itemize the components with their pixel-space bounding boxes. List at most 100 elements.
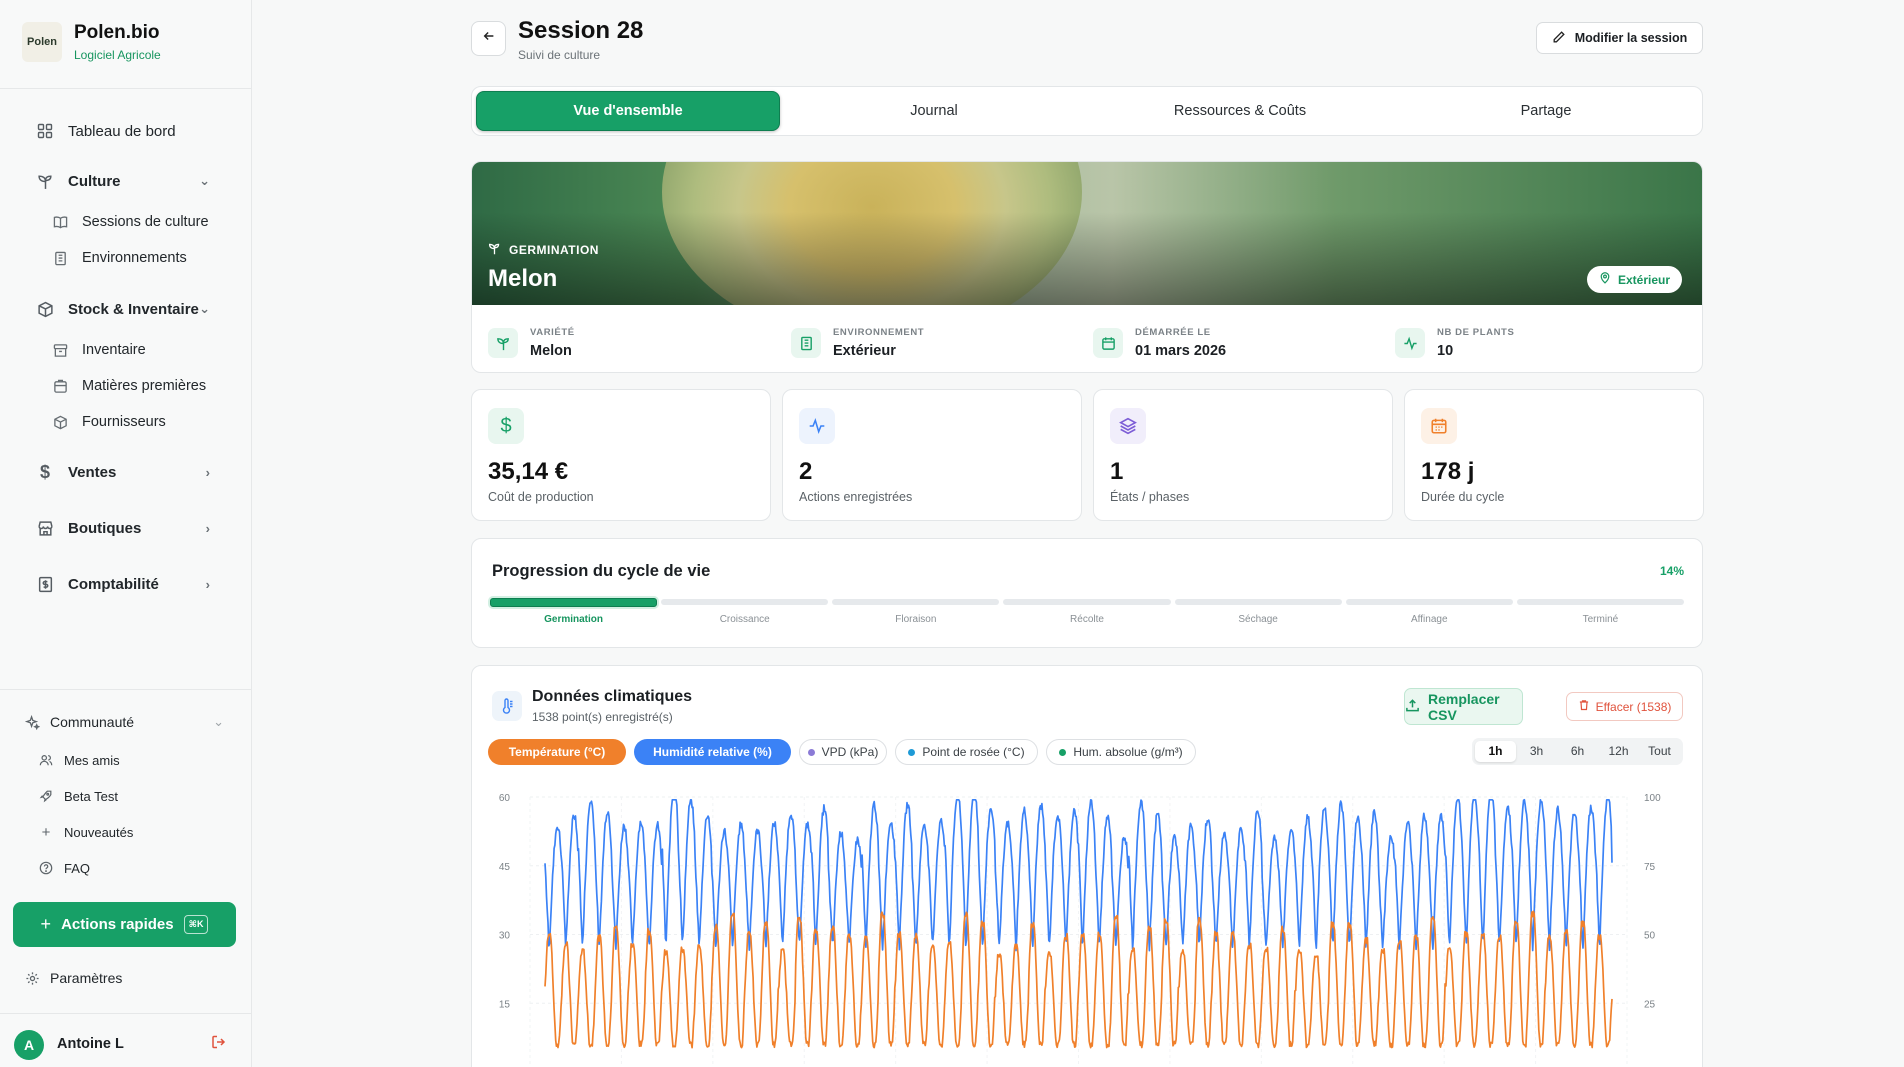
- help-circle-icon: [38, 860, 54, 876]
- sidebar-item-comptabilite[interactable]: Comptabilité ›: [36, 575, 210, 593]
- progress-phase-label: Séchage: [1238, 614, 1278, 625]
- stat-card-cost: $ 35,14 € Coût de production: [471, 389, 771, 521]
- sidebar-item-label: Mes amis: [64, 752, 120, 768]
- sidebar-item-fournisseurs[interactable]: Fournisseurs: [52, 414, 166, 430]
- back-button[interactable]: [471, 21, 506, 56]
- tab-bar: Vue d'ensemble Journal Ressources & Coût…: [471, 86, 1703, 136]
- edit-session-button[interactable]: Modifier la session: [1536, 22, 1703, 54]
- progress-title: Progression du cycle de vie: [492, 562, 711, 580]
- sidebar-divider: [0, 88, 252, 89]
- toggle-temperature[interactable]: Température (°C): [488, 739, 626, 765]
- sidebar-item-label: Boutiques: [68, 519, 142, 537]
- sidebar-item-environnements[interactable]: Environnements: [52, 250, 187, 266]
- info-start-date: DÉMARRÉE LE 01 mars 2026: [1093, 327, 1226, 359]
- climate-subtitle: 1538 point(s) enregistré(s): [532, 710, 673, 724]
- range-3h[interactable]: 3h: [1516, 741, 1557, 762]
- sidebar-item-matieres[interactable]: Matières premières: [52, 378, 206, 394]
- sidebar-item-mes-amis[interactable]: Mes amis: [38, 752, 120, 768]
- toggle-vpd[interactable]: VPD (kPa): [799, 739, 887, 765]
- tab-journal[interactable]: Journal: [782, 91, 1086, 131]
- chevron-down-icon[interactable]: ⌄: [199, 173, 210, 189]
- sidebar-item-inventaire[interactable]: Inventaire: [52, 342, 146, 358]
- y-left-tick: 30: [499, 931, 511, 942]
- sidebar-item-boutiques[interactable]: Boutiques ›: [36, 519, 210, 537]
- culture-hero-card: GERMINATION Melon Extérieur VARIÉTÉ Melo…: [471, 161, 1703, 373]
- series-dot: [908, 748, 916, 756]
- replace-csv-button[interactable]: Remplacer CSV: [1404, 688, 1523, 725]
- map-pin-icon: [1599, 272, 1611, 287]
- range-6h[interactable]: 6h: [1557, 741, 1598, 762]
- trash-icon: [1578, 699, 1590, 714]
- sidebar-item-label: Beta Test: [64, 788, 118, 804]
- sidebar: Polen Polen.bio Logiciel Agricole Tablea…: [0, 0, 252, 1067]
- culture-photo: [472, 162, 1702, 305]
- chip-label: VPD (kPa): [821, 745, 879, 759]
- chip-label: Point de rosée (°C): [922, 745, 1025, 759]
- grid-icon: [36, 122, 54, 140]
- sidebar-item-nouveautes[interactable]: + Nouveautés: [38, 823, 134, 841]
- chevron-right-icon[interactable]: ›: [206, 521, 210, 536]
- sprout-icon: [36, 172, 54, 190]
- quick-actions-button[interactable]: + Actions rapides ⌘K: [13, 902, 236, 947]
- info-value: 10: [1437, 343, 1454, 359]
- sidebar-item-parametres[interactable]: Paramètres: [24, 970, 122, 986]
- stat-value: 1: [1110, 458, 1124, 485]
- stat-card-actions: 2 Actions enregistrées: [782, 389, 1082, 521]
- sidebar-item-ventes[interactable]: $ Ventes ›: [36, 462, 210, 482]
- plus-icon: +: [40, 914, 52, 934]
- tab-overview[interactable]: Vue d'ensemble: [476, 91, 780, 131]
- chevron-right-icon[interactable]: ›: [206, 465, 210, 480]
- stat-value: 178 j: [1421, 458, 1475, 485]
- page-title: Session 28: [518, 17, 644, 44]
- progress-segment: [661, 599, 829, 605]
- archive-icon: [52, 342, 68, 358]
- range-all[interactable]: Tout: [1639, 741, 1680, 762]
- gear-icon: [24, 970, 40, 986]
- progress-phase-label: Récolte: [1070, 614, 1104, 625]
- sidebar-item-stock[interactable]: Stock & Inventaire ⌄: [36, 300, 210, 318]
- sidebar-item-culture[interactable]: Culture ⌄: [36, 172, 210, 190]
- chevron-down-icon[interactable]: ⌄: [213, 714, 224, 730]
- sparkles-icon: [24, 714, 40, 730]
- clear-data-button[interactable]: Effacer (1538): [1566, 692, 1683, 721]
- progress-segment: [1174, 599, 1342, 605]
- avatar[interactable]: A: [14, 1030, 44, 1060]
- range-1h[interactable]: 1h: [1475, 741, 1516, 762]
- sidebar-item-label: Nouveautés: [64, 824, 134, 840]
- sidebar-item-dashboard[interactable]: Tableau de bord: [36, 122, 176, 140]
- brand[interactable]: Polen Polen.bio Logiciel Agricole: [22, 22, 161, 62]
- sidebar-item-label: Inventaire: [82, 342, 146, 358]
- sidebar-item-sessions[interactable]: Sessions de culture: [52, 214, 209, 230]
- progress-phase-label: Affinage: [1411, 614, 1448, 625]
- stat-card-duration: 178 j Durée du cycle: [1404, 389, 1704, 521]
- range-12h[interactable]: 12h: [1598, 741, 1639, 762]
- chevron-down-icon[interactable]: ⌄: [199, 301, 210, 317]
- page-subtitle: Suivi de culture: [518, 48, 601, 62]
- chevron-right-icon[interactable]: ›: [206, 577, 210, 592]
- culture-name: Melon: [488, 265, 558, 292]
- progress-phase-label: Terminé: [1582, 614, 1619, 625]
- stat-card-phases: 1 États / phases: [1093, 389, 1393, 521]
- user-name: Antoine L: [57, 1036, 124, 1052]
- chip-label: Hum. absolue (g/m³): [1073, 745, 1183, 759]
- sidebar-item-label: Comptabilité: [68, 575, 159, 593]
- info-label: DÉMARRÉE LE: [1135, 327, 1211, 338]
- tab-share[interactable]: Partage: [1394, 91, 1698, 131]
- toggle-dew-point[interactable]: Point de rosée (°C): [895, 739, 1038, 765]
- activity-icon: [1395, 328, 1425, 358]
- toggle-humidity[interactable]: Humidité relative (%): [634, 739, 791, 765]
- toggle-absolute-humidity[interactable]: Hum. absolue (g/m³): [1046, 739, 1196, 765]
- sidebar-item-faq[interactable]: FAQ: [38, 860, 90, 876]
- tab-resources[interactable]: Ressources & Coûts: [1088, 91, 1392, 131]
- receipt-icon: [36, 575, 54, 593]
- logout-icon[interactable]: [211, 1034, 227, 1055]
- progress-phase-label: Croissance: [719, 614, 770, 625]
- sidebar-item-communaute[interactable]: Communauté ⌄: [24, 714, 224, 730]
- climate-line-chart[interactable]: 0153045600255075100: [472, 770, 1703, 1067]
- plus-icon: +: [41, 823, 51, 841]
- thermometer-icon: [492, 691, 522, 721]
- book-icon: [52, 214, 68, 230]
- sidebar-item-beta-test[interactable]: Beta Test: [38, 788, 118, 804]
- brand-logo: Polen: [22, 22, 62, 62]
- location-badge: Extérieur: [1587, 266, 1683, 293]
